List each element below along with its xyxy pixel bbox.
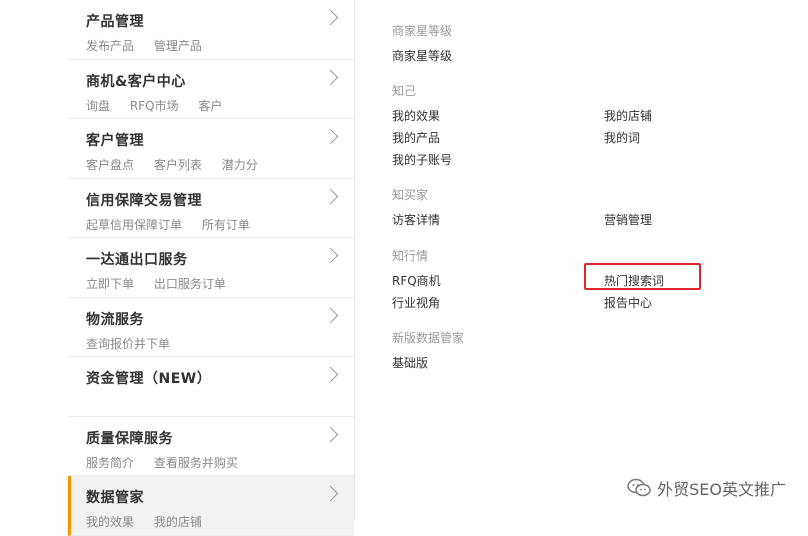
menu-sub-link[interactable]: 所有订单 [202, 218, 250, 232]
menu-title: 商机&客户中心 [86, 73, 186, 90]
menu-sub-link[interactable]: 服务简介 [86, 456, 134, 470]
menu-title: 产品管理 [86, 14, 144, 30]
menu-subs: 客户盘点 客户列表 潜力分 [86, 156, 274, 173]
menu-sub-link[interactable]: 起草信用保障订单 [86, 218, 182, 232]
wechat-icon [627, 478, 651, 497]
section-links: 基础版 [392, 354, 764, 371]
menu-item-customer-management[interactable]: 客户管理 客户盘点 客户列表 潜力分 [68, 119, 354, 179]
chevron-right-icon [322, 307, 339, 323]
link-my-words[interactable]: 我的词 [604, 129, 764, 146]
menu-subs: 立即下单 出口服务订单 [86, 275, 242, 292]
menu-sub-link[interactable]: 出口服务订单 [154, 277, 226, 291]
menu-item-trade-assurance[interactable]: 信用保障交易管理 起草信用保障订单 所有订单 [68, 179, 354, 238]
menu-title: 数据管家 [86, 490, 144, 506]
menu-sub-link[interactable]: 发布产品 [86, 39, 134, 53]
menu-title: 信用保障交易管理 [86, 192, 202, 209]
link-my-products[interactable]: 我的产品 [392, 129, 604, 146]
section-title: 新版数据管家 [392, 331, 465, 345]
page: 产品管理 发布产品 管理产品 商机&客户中心 询盘 RFQ市场 客户 客户管理 … [0, 0, 808, 536]
menu-title: 一达通出口服务 [86, 252, 188, 268]
menu-subs: 查询报价并下单 [86, 335, 186, 352]
menu-title: 质量保障服务 [86, 430, 173, 447]
menu-item-product-management[interactable]: 产品管理 发布产品 管理产品 [68, 0, 354, 60]
link-my-subaccounts[interactable]: 我的子账号 [392, 151, 604, 168]
menu-sub-link[interactable]: 询盘 [86, 99, 110, 113]
link-my-shop[interactable]: 我的店铺 [604, 107, 764, 124]
section-new-data-manager: 新版数据管家 基础版 [392, 329, 764, 371]
menu-sub-link[interactable]: 潜力分 [222, 158, 258, 172]
chevron-right-icon [322, 426, 339, 442]
menu-item-export-service[interactable]: 一达通出口服务 立即下单 出口服务订单 [68, 238, 354, 298]
section-links: 我的效果 我的店铺 我的产品 我的词 我的子账号 [392, 107, 764, 168]
section-know-self: 知己 我的效果 我的店铺 我的产品 我的词 我的子账号 [392, 82, 764, 168]
menu-item-opportunity-customer[interactable]: 商机&客户中心 询盘 RFQ市场 客户 [68, 60, 354, 119]
submenu-panel: 商家星等级 商家星等级 知己 我的效果 我的店铺 我的产品 我的词 我的子账号 … [354, 0, 808, 520]
menu-sub-link[interactable]: RFQ市场 [130, 99, 179, 113]
watermark-text: 外贸SEO英文推广 [657, 480, 786, 499]
menu-sub-link[interactable]: 我的店铺 [154, 515, 202, 529]
chevron-right-icon [322, 9, 339, 26]
menu-sub-link[interactable]: 客户盘点 [86, 158, 134, 172]
link-basic-edition[interactable]: 基础版 [392, 354, 604, 371]
section-know-market: 知行情 RFQ商机 热门搜索词 行业视角 报告中心 [392, 247, 764, 311]
menu-subs: 询盘 RFQ市场 客户 [86, 97, 238, 114]
link-marketing-management[interactable]: 营销管理 [604, 211, 764, 228]
menu-sub-link[interactable]: 我的效果 [86, 515, 134, 529]
left-menu: 产品管理 发布产品 管理产品 商机&客户中心 询盘 RFQ市场 客户 客户管理 … [68, 0, 355, 536]
menu-item-finance[interactable]: 资金管理（NEW） [68, 357, 354, 417]
chevron-right-icon [322, 188, 339, 204]
link-rfq-opportunities[interactable]: RFQ商机 [392, 272, 604, 289]
section-title: 知买家 [392, 188, 429, 202]
section-title: 知己 [392, 84, 417, 98]
section-links: RFQ商机 热门搜索词 行业视角 报告中心 [392, 263, 764, 311]
section-links: 商家星等级 [392, 47, 764, 64]
menu-sub-link[interactable]: 查看服务并购买 [154, 456, 238, 470]
menu-title: 物流服务 [86, 311, 144, 328]
menu-sub-link[interactable]: 管理产品 [154, 39, 202, 53]
section-title: 知行情 [392, 249, 429, 263]
chevron-right-icon [322, 366, 339, 383]
menu-subs: 我的效果 我的店铺 [86, 513, 218, 530]
menu-subs: 起草信用保障订单 所有订单 [86, 216, 266, 233]
link-visitor-details[interactable]: 访客详情 [392, 211, 604, 228]
highlight-box [584, 263, 701, 290]
menu-item-quality-assurance[interactable]: 质量保障服务 服务简介 查看服务并购买 [68, 417, 354, 476]
section-links: 访客详情 营销管理 [392, 211, 764, 228]
menu-subs: 服务简介 查看服务并购买 [86, 454, 254, 471]
menu-sub-link[interactable]: 立即下单 [86, 277, 134, 291]
menu-title: 客户管理 [86, 133, 144, 149]
menu-item-data-manager[interactable]: 数据管家 我的效果 我的店铺 [68, 476, 354, 536]
watermark: 外贸SEO英文推广 [627, 476, 786, 500]
link-hot-search-words[interactable]: 热门搜索词 [584, 263, 764, 290]
link-report-center[interactable]: 报告中心 [604, 294, 764, 311]
chevron-right-icon [322, 69, 339, 85]
section-seller-star: 商家星等级 商家星等级 [392, 22, 764, 64]
menu-sub-link[interactable]: 客户 [198, 99, 222, 113]
link-industry-view[interactable]: 行业视角 [392, 294, 604, 311]
menu-item-logistics[interactable]: 物流服务 查询报价并下单 [68, 298, 354, 357]
chevron-right-icon [322, 247, 339, 264]
menu-sub-link[interactable]: 客户列表 [154, 158, 202, 172]
section-know-buyers: 知买家 访客详情 营销管理 [392, 186, 764, 228]
menu-sub-link[interactable]: 查询报价并下单 [86, 337, 170, 351]
link-my-effect[interactable]: 我的效果 [392, 107, 604, 124]
menu-title: 资金管理（NEW） [86, 371, 212, 387]
section-title: 商家星等级 [392, 24, 453, 38]
menu-subs: 发布产品 管理产品 [86, 37, 218, 54]
link-seller-star[interactable]: 商家星等级 [392, 47, 604, 64]
chevron-right-icon [322, 128, 339, 145]
chevron-right-icon [322, 485, 339, 502]
